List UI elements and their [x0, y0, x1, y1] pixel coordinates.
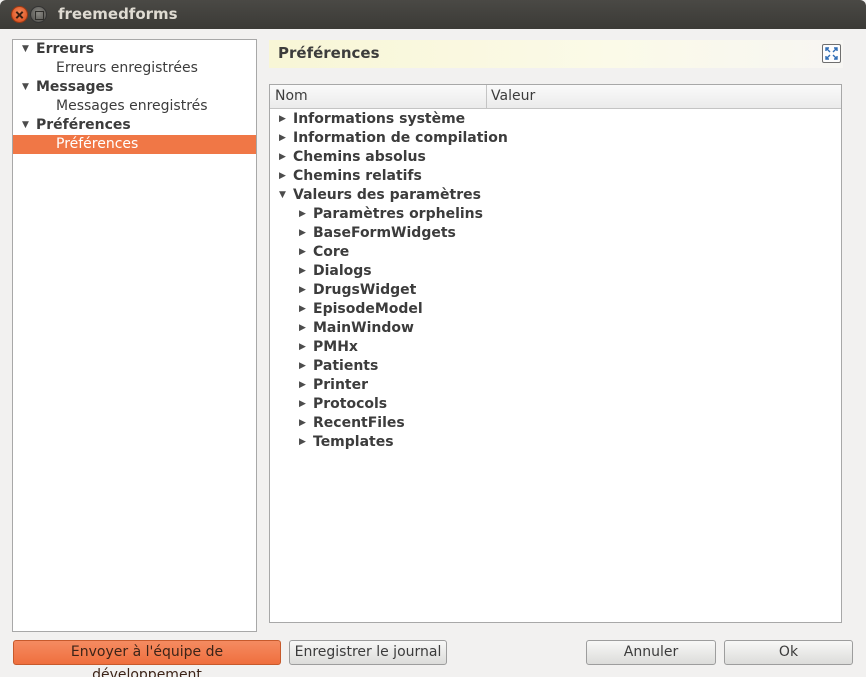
expand-arrow-icon[interactable]: ▼: [22, 40, 29, 59]
save-log-button[interactable]: Enregistrer le journal: [289, 640, 447, 665]
expanded-arrow-icon[interactable]: ▼: [279, 186, 286, 205]
tree-item-label: Chemins absolus: [293, 149, 426, 165]
tree-item-label: EpisodeModel: [313, 301, 423, 317]
tree-item-label: DrugsWidget: [313, 282, 417, 298]
tree-item-label: Printer: [313, 377, 369, 393]
collapsed-arrow-icon[interactable]: ▶: [299, 243, 306, 262]
tree-item-label: Information de compilation: [293, 130, 508, 146]
sidebar-item-messages-enregistres[interactable]: Messages enregistrés: [13, 97, 256, 116]
tree-item-label: RecentFiles: [313, 415, 405, 431]
sidebar-item-label: Préférences: [36, 117, 131, 133]
collapsed-arrow-icon[interactable]: ▶: [299, 224, 306, 243]
collapsed-arrow-icon[interactable]: ▶: [299, 357, 306, 376]
collapsed-arrow-icon[interactable]: ▶: [279, 167, 286, 186]
fullscreen-button[interactable]: [822, 44, 841, 63]
tree-item-label: Chemins relatifs: [293, 168, 422, 184]
window-title: freemedforms: [58, 5, 178, 23]
page-header: Préférences: [269, 40, 843, 68]
collapsed-arrow-icon[interactable]: ▶: [279, 148, 286, 167]
tree-item-label: PMHx: [313, 339, 358, 355]
page-title: Préférences: [278, 44, 380, 62]
tree-item-label: Paramètres orphelins: [313, 206, 483, 222]
collapsed-arrow-icon[interactable]: ▶: [299, 205, 306, 224]
expand-arrow-icon[interactable]: ▼: [22, 116, 29, 135]
sidebar-item-label: Préférences: [56, 136, 139, 152]
collapsed-arrow-icon[interactable]: ▶: [279, 129, 286, 148]
close-window-button[interactable]: [11, 6, 28, 23]
collapsed-arrow-icon[interactable]: ▶: [299, 376, 306, 395]
tree-item-label: Informations système: [293, 111, 466, 127]
sidebar-item-label: Messages enregistrés: [56, 98, 208, 114]
sidebar-item-messages[interactable]: ▼ Messages: [13, 78, 256, 97]
sidebar-item-label: Erreurs: [36, 41, 95, 57]
collapsed-arrow-icon[interactable]: ▶: [299, 338, 306, 357]
tree-item-label: Protocols: [313, 396, 388, 412]
collapsed-arrow-icon[interactable]: ▶: [299, 395, 306, 414]
sidebar-item-preferences-group[interactable]: ▼ Préférences: [13, 116, 256, 135]
preferences-tree[interactable]: Nom Valeur ▶ Informations système ▶ Info…: [269, 84, 842, 623]
column-header-value[interactable]: Valeur: [491, 88, 535, 104]
fullscreen-icon: [825, 47, 838, 60]
collapsed-arrow-icon[interactable]: ▶: [299, 281, 306, 300]
sidebar-item-preferences[interactable]: Préférences: [13, 135, 256, 154]
sidebar-tree[interactable]: ▼ Erreurs Erreurs enregistrées ▼ Message…: [12, 39, 257, 632]
tree-item-label: Dialogs: [313, 263, 372, 279]
tree-header: Nom Valeur: [270, 85, 841, 109]
collapsed-arrow-icon[interactable]: ▶: [279, 110, 286, 129]
tree-item-label: Valeurs des paramètres: [293, 187, 481, 203]
tree-item-label: Patients: [313, 358, 379, 374]
expand-arrow-icon[interactable]: ▼: [22, 78, 29, 97]
title-bar: freemedforms: [0, 0, 866, 29]
tree-item-label: Core: [313, 244, 350, 260]
ok-button[interactable]: Ok: [724, 640, 853, 665]
sidebar-item-erreurs[interactable]: ▼ Erreurs: [13, 40, 256, 59]
column-header-name[interactable]: Nom: [275, 88, 308, 104]
collapsed-arrow-icon[interactable]: ▶: [299, 300, 306, 319]
collapsed-arrow-icon[interactable]: ▶: [299, 433, 306, 452]
panel-splitter[interactable]: [260, 39, 263, 632]
collapsed-arrow-icon[interactable]: ▶: [299, 319, 306, 338]
collapsed-arrow-icon[interactable]: ▶: [299, 414, 306, 433]
cancel-button[interactable]: Annuler: [586, 640, 716, 665]
column-divider[interactable]: [486, 85, 487, 109]
tree-item-label: Templates: [313, 434, 394, 450]
send-to-dev-team-button[interactable]: Envoyer à l'équipe de développement: [13, 640, 281, 677]
collapsed-arrow-icon[interactable]: ▶: [299, 262, 306, 281]
maximize-window-button[interactable]: [30, 6, 47, 23]
sidebar-item-label: Erreurs enregistrées: [56, 60, 198, 76]
sidebar-item-erreurs-enregistrees[interactable]: Erreurs enregistrées: [13, 59, 256, 78]
sidebar-item-label: Messages: [36, 79, 114, 95]
tree-item-label: BaseFormWidgets: [313, 225, 456, 241]
tree-item-label: MainWindow: [313, 320, 414, 336]
